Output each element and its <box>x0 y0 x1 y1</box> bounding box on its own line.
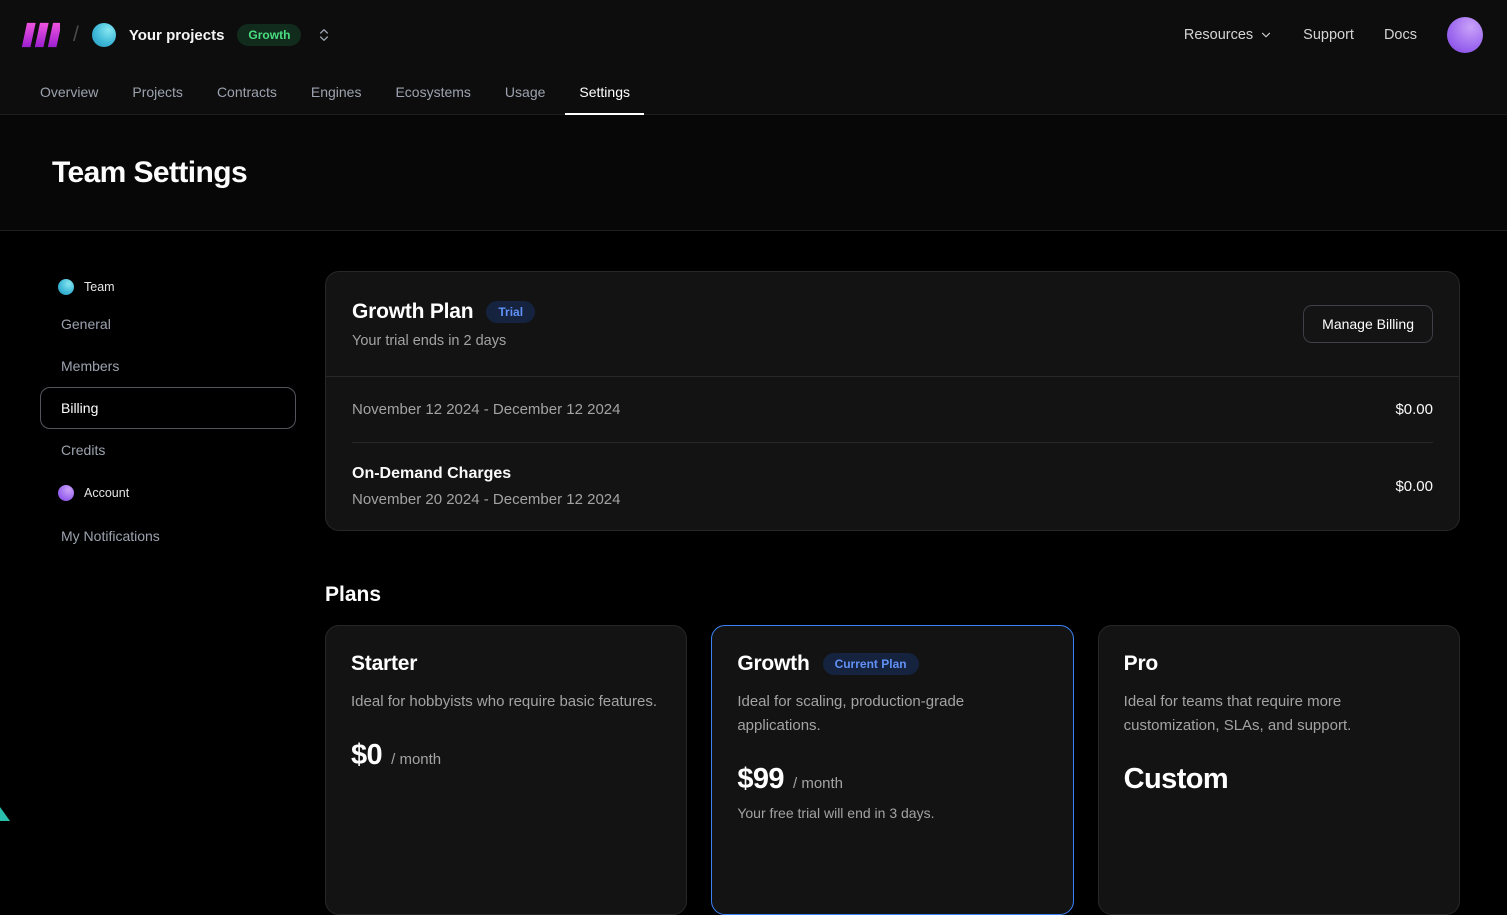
title-banner: Team Settings <box>0 115 1507 231</box>
billing-content: Growth Plan Trial Your trial ends in 2 d… <box>325 271 1460 915</box>
growth-plan-price: $99 <box>737 763 784 796</box>
tab-overview[interactable]: Overview <box>26 70 112 114</box>
growth-plan-trial-note: Your free trial will end in 3 days. <box>737 805 1047 821</box>
billing-amount: $0.00 <box>1395 401 1433 418</box>
pro-plan-price: Custom <box>1124 763 1228 796</box>
page-title: Team Settings <box>52 156 247 190</box>
on-demand-title: On-Demand Charges <box>352 465 621 483</box>
tab-engines[interactable]: Engines <box>297 70 376 114</box>
current-plan-badge: Current Plan <box>823 653 919 675</box>
sidebar-group-team-label: Team <box>84 280 115 294</box>
growth-plan-name: Growth <box>737 652 809 676</box>
starter-plan-name: Starter <box>351 652 417 676</box>
tab-contracts[interactable]: Contracts <box>203 70 291 114</box>
pro-plan-name: Pro <box>1124 652 1158 676</box>
resources-label: Resources <box>1184 27 1253 43</box>
sidebar-item-billing[interactable]: Billing <box>40 387 296 429</box>
top-nav: Resources Support Docs <box>1184 17 1483 53</box>
pro-plan-description: Ideal for teams that require more custom… <box>1124 690 1434 738</box>
trial-ends-text: Your trial ends in 2 days <box>352 333 535 349</box>
tab-usage[interactable]: Usage <box>491 70 559 114</box>
main-tab-bar: Overview Projects Contracts Engines Ecos… <box>0 70 1507 115</box>
on-demand-charges-row: On-Demand Charges November 20 2024 - Dec… <box>326 443 1459 530</box>
trial-badge: Trial <box>486 301 535 323</box>
docs-link[interactable]: Docs <box>1384 27 1417 43</box>
team-dot-avatar <box>58 279 74 295</box>
resources-menu[interactable]: Resources <box>1184 27 1273 43</box>
tab-projects[interactable]: Projects <box>118 70 197 114</box>
growth-plan-description: Ideal for scaling, production-grade appl… <box>737 690 1047 738</box>
top-bar: / Your projects Growth Resources Support… <box>0 0 1507 70</box>
team-avatar[interactable] <box>92 23 116 47</box>
plan-card-growth: Growth Current Plan Ideal for scaling, p… <box>711 625 1073 915</box>
team-name[interactable]: Your projects <box>129 27 225 44</box>
on-demand-period: November 20 2024 - December 12 2024 <box>352 491 621 508</box>
growth-plan-period: / month <box>793 775 843 792</box>
plans-heading: Plans <box>325 583 1460 607</box>
chevrons-up-down-icon[interactable] <box>316 27 332 43</box>
plan-card-starter: Starter Ideal for hobbyists who require … <box>325 625 687 915</box>
thirdweb-logo-icon[interactable] <box>20 22 60 48</box>
settings-sidebar: Team General Members Billing Credits Acc… <box>40 271 296 915</box>
tab-settings[interactable]: Settings <box>565 70 644 114</box>
sidebar-group-account-label: Account <box>84 486 129 500</box>
sidebar-group-team: Team <box>40 271 296 303</box>
plan-card-header: Growth Plan Trial Your trial ends in 2 d… <box>326 272 1459 376</box>
plan-card-header-left: Growth Plan Trial Your trial ends in 2 d… <box>352 300 535 349</box>
starter-plan-description: Ideal for hobbyists who require basic fe… <box>351 690 661 714</box>
current-plan-card: Growth Plan Trial Your trial ends in 2 d… <box>325 271 1460 531</box>
billing-period-row: November 12 2024 - December 12 2024 $0.0… <box>326 377 1459 442</box>
current-plan-name: Growth Plan <box>352 300 473 324</box>
sidebar-item-credits[interactable]: Credits <box>40 429 296 471</box>
sidebar-item-general[interactable]: General <box>40 303 296 345</box>
team-plan-badge: Growth <box>237 24 301 46</box>
support-link[interactable]: Support <box>1303 27 1354 43</box>
chevron-down-icon <box>1259 28 1273 42</box>
sidebar-item-members[interactable]: Members <box>40 345 296 387</box>
billing-period: November 12 2024 - December 12 2024 <box>352 401 621 418</box>
page-body: Team General Members Billing Credits Acc… <box>0 231 1507 915</box>
manage-billing-button[interactable]: Manage Billing <box>1303 305 1433 343</box>
on-demand-left: On-Demand Charges November 20 2024 - Dec… <box>352 465 621 508</box>
starter-plan-period: / month <box>391 751 441 768</box>
on-demand-amount: $0.00 <box>1395 478 1433 495</box>
breadcrumb-separator: / <box>73 23 79 47</box>
starter-plan-price: $0 <box>351 739 382 772</box>
tab-ecosystems[interactable]: Ecosystems <box>381 70 484 114</box>
account-avatar[interactable] <box>1447 17 1483 53</box>
sidebar-group-account: Account <box>40 477 296 509</box>
plan-grid: Starter Ideal for hobbyists who require … <box>325 625 1460 915</box>
sidebar-item-my-notifications[interactable]: My Notifications <box>40 515 296 557</box>
breadcrumb: / Your projects Growth <box>20 22 332 48</box>
account-dot-avatar <box>58 485 74 501</box>
plan-card-pro: Pro Ideal for teams that require more cu… <box>1098 625 1460 915</box>
